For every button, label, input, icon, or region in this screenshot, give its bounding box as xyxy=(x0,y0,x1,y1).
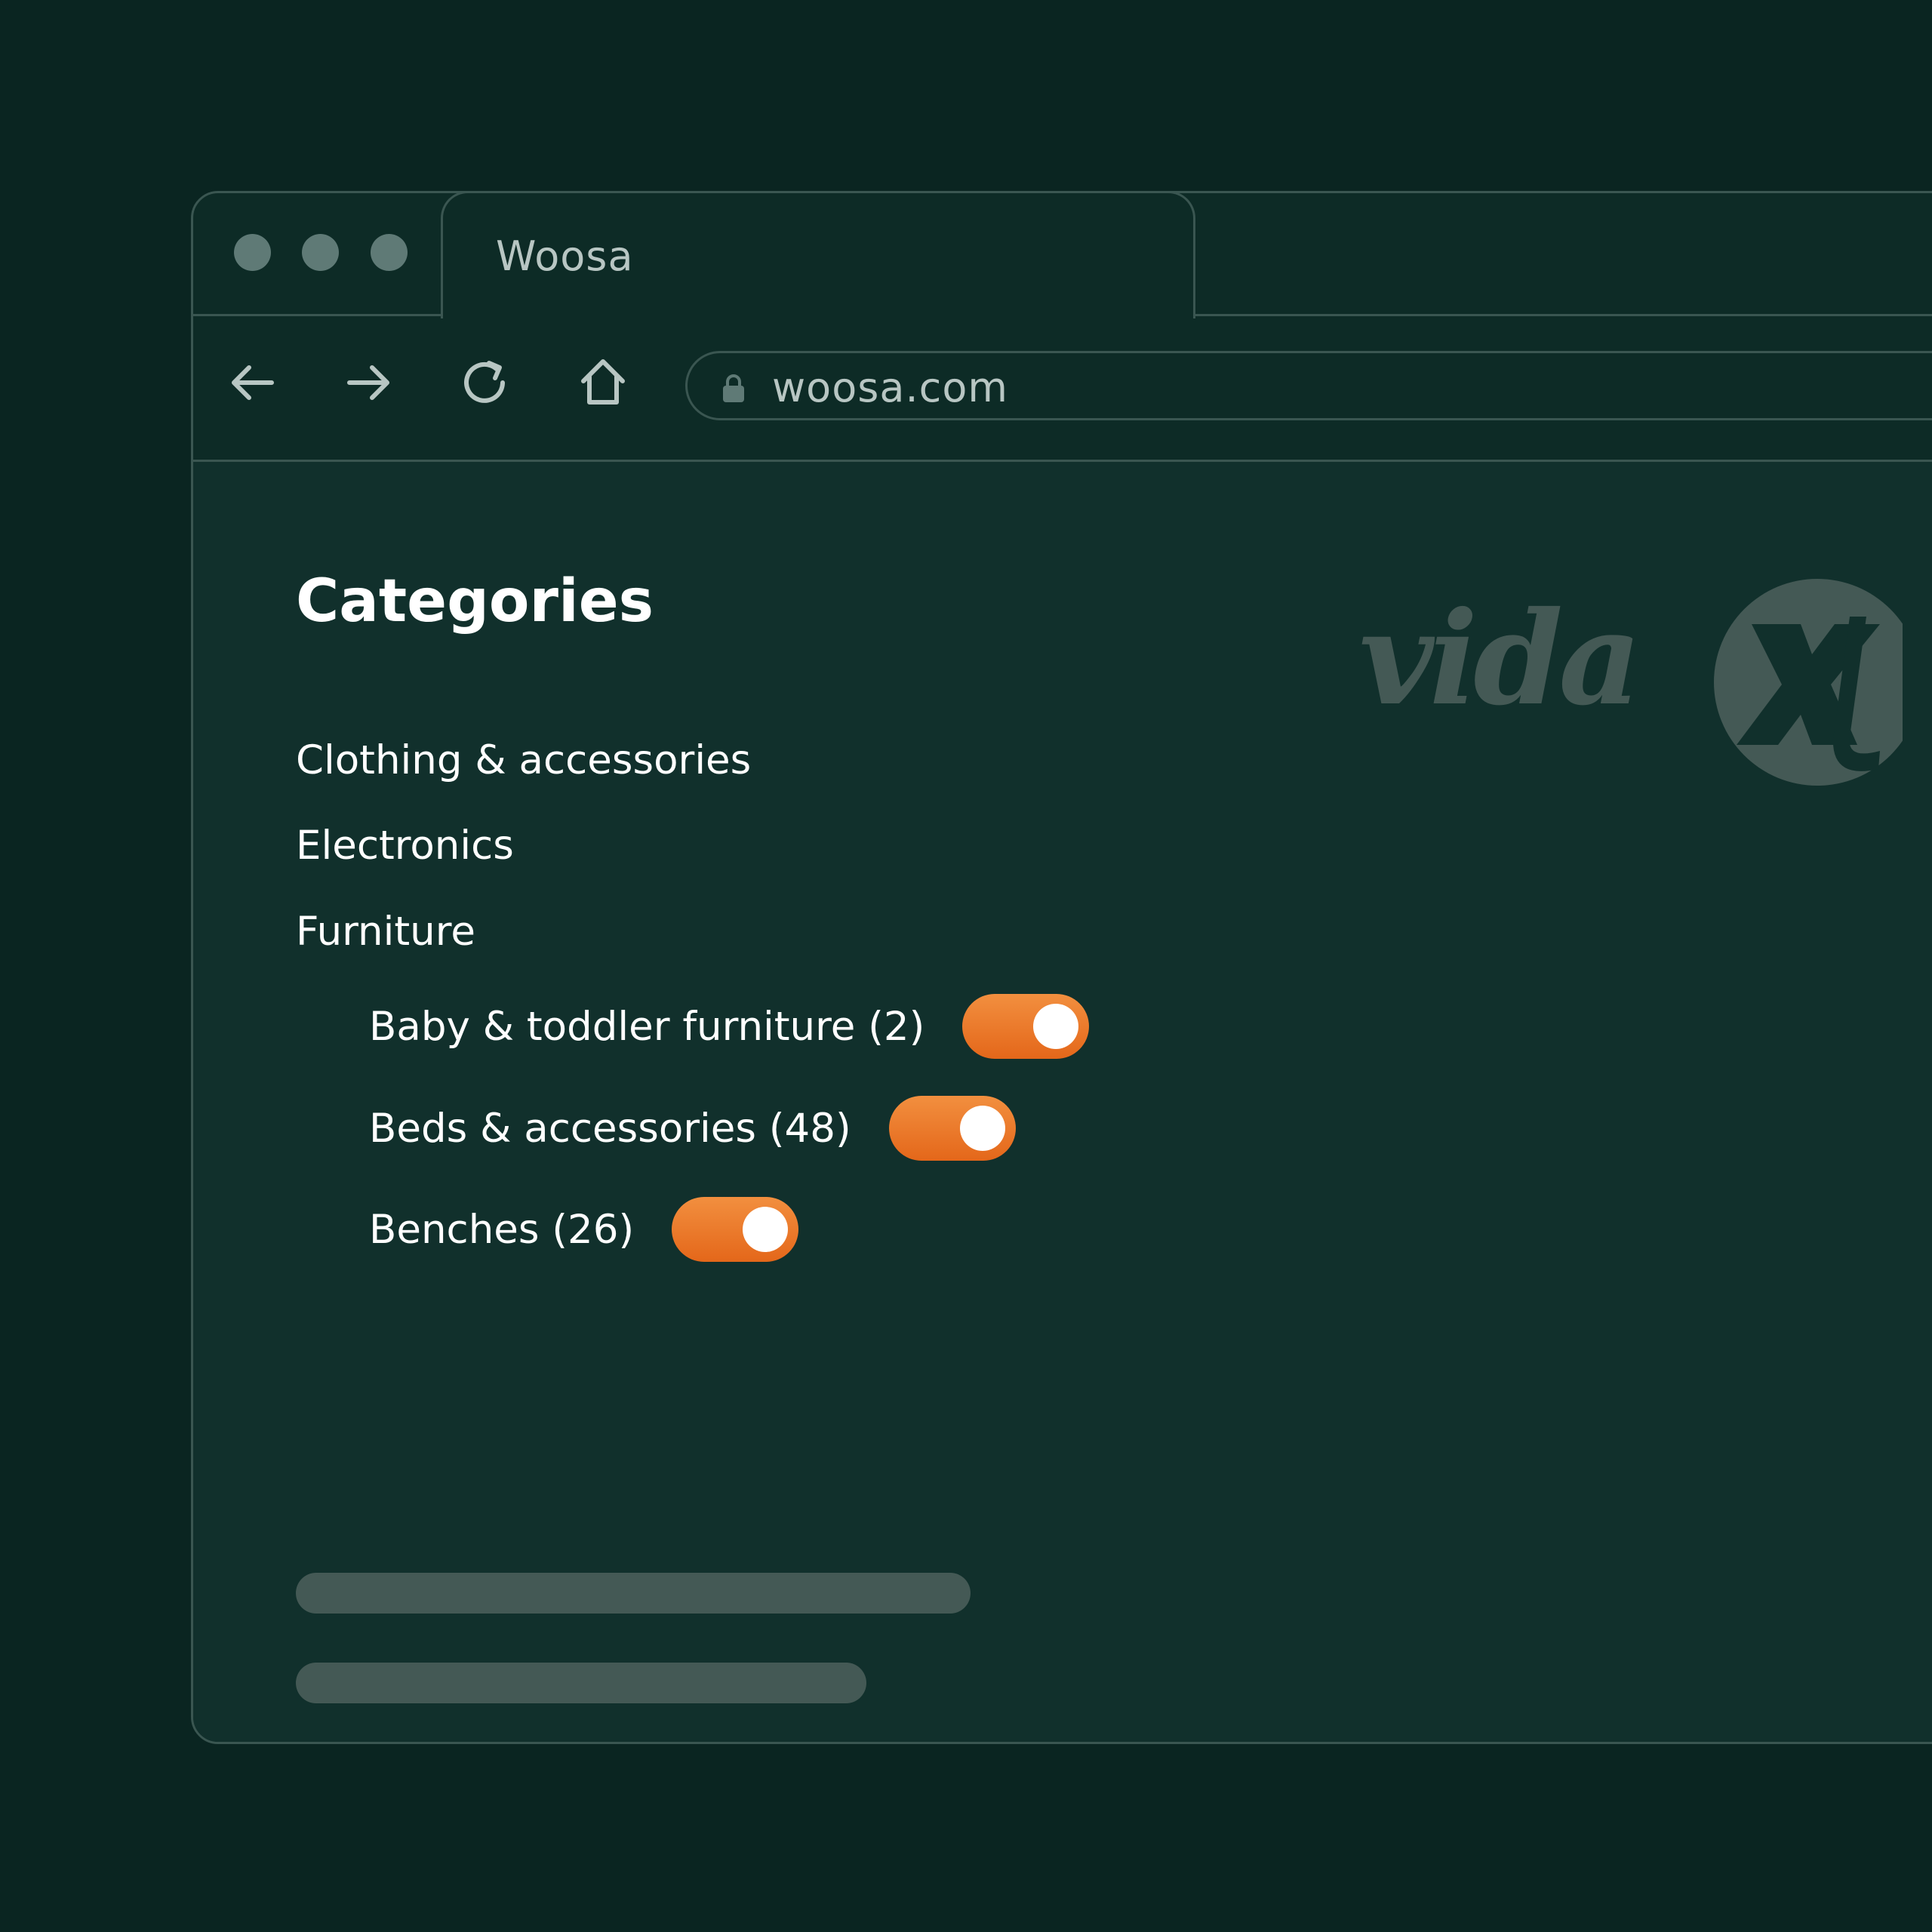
toggle-switch-benches[interactable] xyxy=(672,1197,799,1262)
subcategory-row-benches: Benches (26) xyxy=(369,1197,799,1262)
page-content: Categories Clothing & accessories Electr… xyxy=(193,462,1932,1742)
url-text[interactable]: woosa.com xyxy=(772,364,1008,411)
browser-tab[interactable]: Woosa xyxy=(441,193,1195,318)
window-controls xyxy=(193,193,442,316)
lock-icon xyxy=(721,373,746,403)
minimize-window-dot[interactable] xyxy=(302,234,339,271)
toggle-knob xyxy=(1033,1004,1079,1049)
forward-arrow-icon[interactable] xyxy=(339,352,399,413)
maximize-window-dot[interactable] xyxy=(371,234,408,271)
placeholder-line xyxy=(296,1573,971,1614)
placeholder-line xyxy=(296,1663,866,1703)
subcategory-label: Baby & toddler furniture (2) xyxy=(369,1003,925,1050)
back-arrow-icon[interactable] xyxy=(222,352,282,413)
vidaxl-logo: vida xyxy=(1359,571,1903,798)
category-clothing-accessories[interactable]: Clothing & accessories xyxy=(296,737,751,783)
tab-strip: Woosa xyxy=(193,193,1932,318)
toggle-knob xyxy=(959,1106,1005,1151)
category-furniture[interactable]: Furniture xyxy=(296,909,475,955)
page-title: Categories xyxy=(296,568,654,635)
subcategory-label: Benches (26) xyxy=(369,1206,635,1253)
toggle-switch-beds-accessories[interactable] xyxy=(888,1096,1016,1161)
subcategory-label: Beds & accessories (48) xyxy=(369,1105,851,1152)
toggle-knob xyxy=(743,1207,789,1252)
browser-toolbar: woosa.com xyxy=(193,316,1932,462)
subcategory-row-beds-accessories: Beds & accessories (48) xyxy=(369,1096,1016,1161)
home-icon[interactable] xyxy=(573,352,633,413)
tab-title: Woosa xyxy=(496,232,634,280)
close-window-dot[interactable] xyxy=(234,234,271,271)
stage: Woosa woosa.com Categories Clothing & ac… xyxy=(0,0,1932,1932)
subcategory-row-baby-toddler-furniture: Baby & toddler furniture (2) xyxy=(369,994,1090,1059)
svg-text:vida: vida xyxy=(1359,583,1637,734)
category-electronics[interactable]: Electronics xyxy=(296,823,514,869)
toggle-switch-baby-toddler-furniture[interactable] xyxy=(962,994,1090,1059)
browser-window: Woosa woosa.com Categories Clothing & ac… xyxy=(191,191,1932,1744)
reload-icon[interactable] xyxy=(456,352,516,413)
address-bar[interactable]: woosa.com xyxy=(685,351,1932,420)
